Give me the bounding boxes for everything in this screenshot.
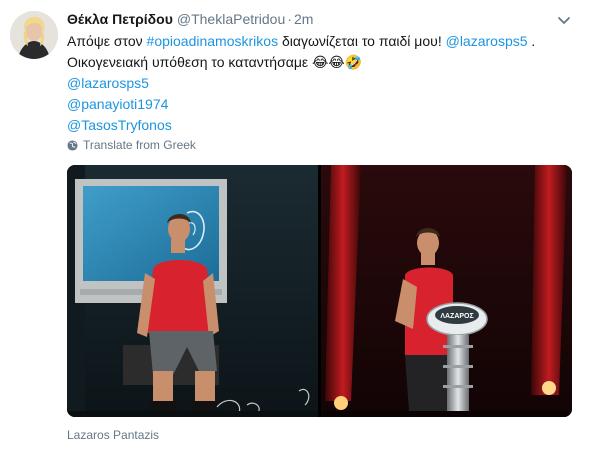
media-photo-right[interactable]: ΛΑΖΑΡΟΣ <box>321 165 572 417</box>
globe-icon <box>67 139 78 151</box>
tweet-header: Θέκλα Πετρίδου @TheklaPetridou · 2m <box>67 10 313 28</box>
media-credit[interactable]: Lazaros Pantazis <box>67 428 159 442</box>
separator-dot: · <box>287 11 292 27</box>
tweet-media[interactable]: ΛΑΖΑΡΟΣ <box>67 165 572 417</box>
tweet-text: Απόψε στον #opioadinamoskrikos διαγωνίζε… <box>67 31 572 136</box>
text-segment: διαγωνίζεται το παιδί μου! <box>278 33 446 49</box>
translate-label: Translate from Greek <box>83 138 196 152</box>
mention-link[interactable]: @panayioti1974 <box>67 94 572 115</box>
author-avatar[interactable] <box>10 11 58 59</box>
media-photo-left[interactable] <box>67 165 318 417</box>
mention-link[interactable]: @lazarosps5 <box>67 73 572 94</box>
text-segment: Οικογενειακή υπόθεση το καταντήσαμε <box>67 54 313 70</box>
text-segment: . <box>527 33 536 49</box>
tweet-line-2: Οικογενειακή υπόθεση το καταντήσαμε 😂😂🤣 <box>67 52 572 73</box>
author-handle[interactable]: @TheklaPetridou <box>177 11 285 27</box>
chevron-down-icon[interactable] <box>556 14 572 26</box>
tweet-line-1: Απόψε στον #opioadinamoskrikos διαγωνίζε… <box>67 31 572 52</box>
emoji-group: 😂😂🤣 <box>312 54 363 70</box>
mention-link[interactable]: @lazarosps5 <box>446 33 528 49</box>
podium-label: ΛΑΖΑΡΟΣ <box>440 313 473 320</box>
tweet: Θέκλα Πετρίδου @TheklaPetridou · 2m Απόψε σ… <box>0 0 589 451</box>
tweet-timestamp[interactable]: 2m <box>294 11 313 27</box>
translate-link[interactable]: Translate from Greek <box>67 138 196 152</box>
hashtag-link[interactable]: #opioadinamoskrikos <box>147 33 279 49</box>
mention-link[interactable]: @TasosTryfonos <box>67 115 572 136</box>
text-segment: Απόψε στον <box>67 33 147 49</box>
author-name[interactable]: Θέκλα Πετρίδου <box>67 11 173 27</box>
